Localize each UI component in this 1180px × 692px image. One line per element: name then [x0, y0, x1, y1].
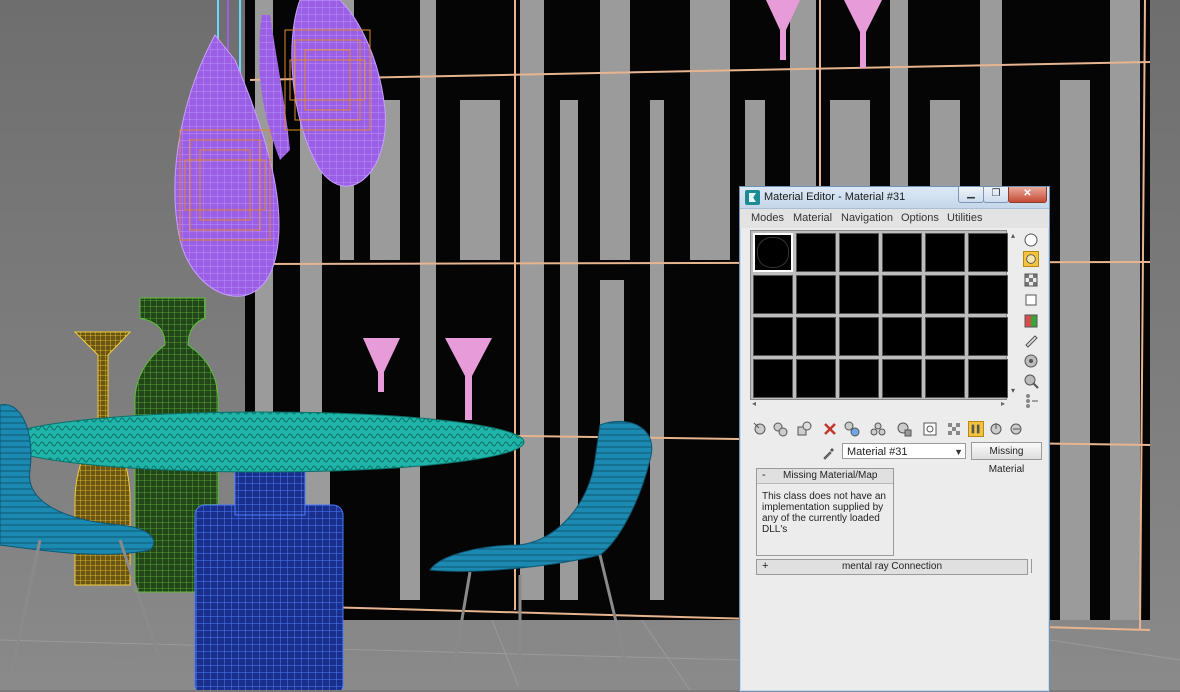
sample-slot[interactable]: [796, 233, 836, 272]
menu-modes[interactable]: Modes: [751, 212, 784, 224]
sample-slot[interactable]: [968, 275, 1008, 314]
sample-slot[interactable]: [968, 359, 1008, 398]
go-forward-sibling-icon[interactable]: [1008, 421, 1024, 437]
material-id-channel-icon[interactable]: [922, 421, 938, 437]
make-preview-icon[interactable]: [1023, 333, 1039, 349]
show-map-icon[interactable]: [946, 421, 962, 437]
chevron-down-icon[interactable]: ▼: [954, 444, 963, 460]
sample-slot[interactable]: [796, 317, 836, 356]
horizontal-toolbar: [750, 419, 1042, 439]
sample-slot-grid: [750, 230, 1008, 400]
reset-map-icon[interactable]: [822, 421, 838, 437]
sample-slot[interactable]: [753, 275, 793, 314]
scroll-left-icon[interactable]: ◂: [752, 399, 756, 408]
get-material-icon[interactable]: [752, 421, 768, 437]
put-to-library-icon[interactable]: [896, 421, 912, 437]
sample-slot[interactable]: [839, 317, 879, 356]
background-icon[interactable]: [1023, 272, 1039, 288]
sample-slot[interactable]: [839, 275, 879, 314]
select-by-material-icon[interactable]: [1023, 373, 1039, 389]
rollout-message: This class does not have an implementati…: [762, 491, 886, 535]
assign-to-selection-icon[interactable]: [796, 421, 812, 437]
menu-options[interactable]: Options: [901, 212, 939, 224]
video-color-check-icon[interactable]: [1023, 313, 1039, 329]
show-end-result-icon[interactable]: [968, 421, 984, 437]
put-to-scene-icon[interactable]: [772, 421, 788, 437]
collapse-icon[interactable]: -: [762, 469, 766, 481]
window-title: Material Editor - Material #31: [764, 191, 906, 203]
sample-slot[interactable]: [925, 233, 965, 272]
sample-slot[interactable]: [796, 275, 836, 314]
sample-slot-active[interactable]: [753, 233, 793, 272]
make-unique-icon[interactable]: [870, 421, 886, 437]
sample-slot[interactable]: [839, 233, 879, 272]
sample-slot[interactable]: [882, 233, 922, 272]
material-map-navigator-icon[interactable]: [1023, 393, 1039, 409]
missing-material-rollout: - Missing Material/Map This class does n…: [756, 468, 894, 556]
3ds-max-app-icon: [745, 190, 760, 205]
rollout-title: Missing Material/Map: [783, 470, 878, 481]
close-button[interactable]: ✕: [1008, 187, 1047, 203]
sample-slot[interactable]: [882, 275, 922, 314]
scroll-up-icon[interactable]: ▴: [1011, 231, 1015, 240]
sample-slot[interactable]: [968, 317, 1008, 356]
minimize-button[interactable]: ▁: [958, 187, 984, 203]
material-type-button[interactable]: Missing Material: [971, 442, 1042, 475]
mental-ray-connection-rollout[interactable]: + mental ray Connection: [756, 559, 1028, 575]
sample-slot[interactable]: [753, 317, 793, 356]
go-to-parent-icon[interactable]: [988, 421, 1004, 437]
sample-slot[interactable]: [839, 359, 879, 398]
sample-uv-tiling-icon[interactable]: [1023, 292, 1039, 308]
maximize-button[interactable]: ❐: [983, 187, 1009, 203]
rollout-title: mental ray Connection: [841, 561, 943, 572]
scroll-right-icon[interactable]: ▸: [1001, 399, 1005, 408]
slot-scrollbar[interactable]: ◂ ▸: [750, 399, 1007, 409]
material-name-value: Material #31: [847, 446, 908, 458]
material-editor-window[interactable]: Material Editor - Material #31 ▁ ❐ ✕ Mod…: [739, 186, 1050, 692]
sample-slot[interactable]: [925, 317, 965, 356]
menu-navigation[interactable]: Navigation: [841, 212, 893, 224]
title-bar[interactable]: Material Editor - Material #31 ▁ ❐ ✕: [740, 187, 1049, 209]
material-name-field[interactable]: Material #31 ▼: [842, 443, 966, 459]
menu-bar: Modes Material Navigation Options Utilit…: [740, 209, 1049, 228]
sample-slot[interactable]: [968, 233, 1008, 272]
sample-slot[interactable]: [882, 317, 922, 356]
menu-utilities[interactable]: Utilities: [947, 212, 982, 224]
sample-slot[interactable]: [753, 359, 793, 398]
missing-material-rollout-header[interactable]: - Missing Material/Map: [757, 469, 893, 484]
sample-slot[interactable]: [796, 359, 836, 398]
sample-slot[interactable]: [925, 359, 965, 398]
options-icon[interactable]: [1023, 353, 1039, 369]
menu-material[interactable]: Material: [793, 212, 832, 224]
sample-slot[interactable]: [882, 359, 922, 398]
make-copy-icon[interactable]: [844, 421, 860, 437]
material-name-row: Material #31 ▼ Missing Material: [750, 442, 1042, 475]
scroll-down-icon[interactable]: ▾: [1011, 386, 1015, 395]
eyedropper-icon[interactable]: [822, 446, 836, 460]
rollout-scrollbar[interactable]: [1031, 559, 1032, 573]
sample-type-icon[interactable]: [1023, 232, 1039, 248]
backlight-icon[interactable]: [1023, 251, 1039, 267]
sample-slot[interactable]: [925, 275, 965, 314]
